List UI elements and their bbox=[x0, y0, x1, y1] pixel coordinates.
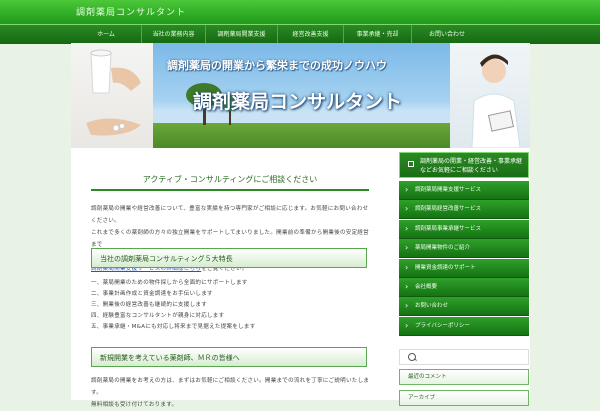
nav-item-0[interactable]: ホーム bbox=[71, 25, 142, 44]
feature-item: 五、事業承継・M&Aにも対応し将来まで見据えた提案をします bbox=[91, 324, 256, 330]
recent-comments-heading: 最近のコメント bbox=[399, 369, 529, 385]
newopen-heading: 新規開業を考えている薬剤師、ＭＲの皆様へ bbox=[91, 347, 367, 367]
nav-item-5[interactable]: お問い合わせ bbox=[412, 25, 482, 44]
search-input[interactable] bbox=[399, 349, 529, 365]
main-nav: ホーム 当社の業務内容 調剤薬局開業支援 経営改善支援 事業承継・売却 お問い合わせ bbox=[0, 24, 600, 44]
feature-item: 三、開業後の経営改善も継続的に支援します bbox=[91, 302, 208, 308]
site-title[interactable]: 調剤薬局コンサルタント bbox=[76, 5, 186, 19]
header-bar: 調剤薬局コンサルタント bbox=[0, 0, 600, 24]
sidebar-menu-item[interactable]: 調剤薬局開業支援サービス bbox=[399, 181, 529, 200]
newopen-paragraph: 調剤薬局の開業をお考えの方は、まずはお気軽にご相談ください。開業までの流れを丁寧… bbox=[91, 375, 371, 411]
banner-title: 調剤薬局コンサルタント bbox=[193, 91, 403, 113]
newopen-line: 無料相談も受け付けております。 bbox=[91, 402, 178, 408]
feature-item: 四、経験豊富なコンサルタントが親身に対応します bbox=[91, 313, 225, 319]
sidebar-menu-item[interactable]: プライバシーポリシー bbox=[399, 316, 529, 336]
newopen-line: 調剤薬局の開業をお考えの方は、まずはお気軽にご相談ください。開業までの流れを丁寧… bbox=[91, 378, 370, 396]
feature-item: 二、事業計画作成と資金調達をお手伝いします bbox=[91, 291, 213, 297]
sidebar-menu: 調剤薬局開業支援サービス調剤薬局経営改善サービス調剤薬局事業承継サービス薬局開業… bbox=[399, 181, 529, 336]
feature-item: 一、薬局開業のための物件探しから全面的にサポートします bbox=[91, 280, 248, 286]
pharmacist-illustration bbox=[471, 54, 521, 148]
sidebar-menu-item[interactable]: 会社概要 bbox=[399, 277, 529, 297]
page-heading: アクティブ・コンサルティングにご相談ください bbox=[91, 173, 369, 191]
sidebar-menu-item[interactable]: 薬局開業物件のご紹介 bbox=[399, 239, 529, 259]
sidebar-menu-item[interactable]: 調剤薬局経営改善サービス bbox=[399, 200, 529, 220]
pills-hand-illustration bbox=[86, 49, 141, 136]
sidebar-menu-item[interactable]: お問い合わせ bbox=[399, 297, 529, 317]
sidebar-menu-item[interactable]: 開業資金調達のサポート bbox=[399, 258, 529, 278]
search-icon[interactable] bbox=[408, 353, 416, 361]
sidebar-title: 調剤薬局の開業・経営改善・事業承継などお気軽にご相談ください bbox=[399, 152, 529, 178]
nav-item-4[interactable]: 事業承継・売却 bbox=[344, 25, 412, 44]
nav-item-3[interactable]: 経営改善支援 bbox=[278, 25, 344, 44]
archive-heading: アーカイブ bbox=[399, 390, 529, 406]
banner-tagline: 調剤薬局の開業から繁栄までの成功ノウハウ bbox=[167, 59, 387, 72]
features-heading: 当社の調剤薬局コンサルティング５大特長 bbox=[91, 248, 367, 268]
banner-image-pills bbox=[71, 43, 153, 148]
features-list: 一、薬局開業のための物件探しから全面的にサポートします 二、事業計画作成と資金調達… bbox=[91, 278, 371, 333]
banner-image-sky: 調剤薬局の開業から繁栄までの成功ノウハウ 調剤薬局コンサルタント bbox=[153, 43, 450, 148]
nav-item-2[interactable]: 調剤薬局開業支援 bbox=[206, 25, 278, 44]
nav-item-1[interactable]: 当社の業務内容 bbox=[142, 25, 206, 44]
banner-image-pharmacist bbox=[450, 43, 530, 148]
nav-row: ホーム 当社の業務内容 調剤薬局開業支援 経営改善支援 事業承継・売却 お問い合わせ bbox=[71, 25, 531, 44]
sidebar-menu-item[interactable]: 調剤薬局事業承継サービス bbox=[399, 219, 529, 239]
intro-line: 調剤薬局の開業や経営改善について、豊富な実績を持つ専門家がご相談に応じます。お気… bbox=[91, 206, 369, 224]
header-banner: 調剤薬局の開業から繁栄までの成功ノウハウ 調剤薬局コンサルタント bbox=[71, 43, 530, 148]
